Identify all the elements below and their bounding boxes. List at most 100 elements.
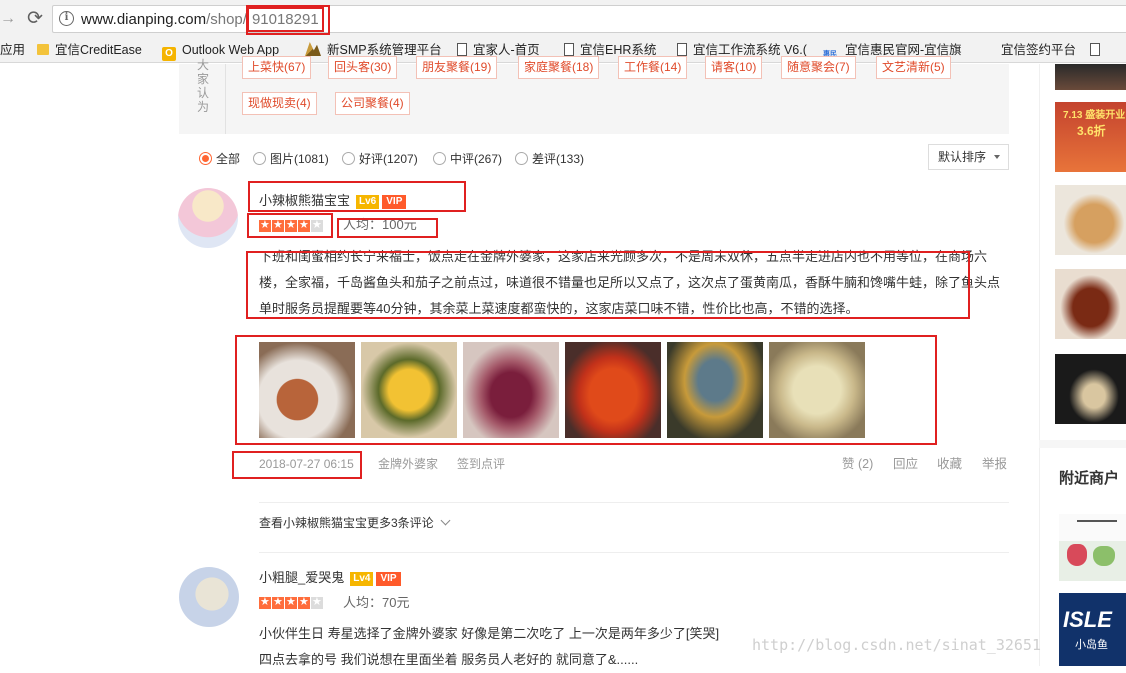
star-filled-icon (259, 218, 271, 232)
filter-neutral[interactable]: 中评(267) (433, 149, 502, 169)
avatar[interactable] (179, 567, 239, 627)
chevron-down-icon (440, 515, 451, 526)
sort-value: 默认排序 (938, 150, 987, 164)
sidebar-photo[interactable] (1055, 64, 1126, 90)
more-reviews-link[interactable]: 查看小辣椒熊猫宝宝更多3条评论 (259, 515, 451, 531)
bookmark-label: 宜信EHR系统 (580, 43, 657, 57)
username-text: 小粗腿_爱哭鬼 (259, 570, 345, 585)
review-photo[interactable] (769, 342, 865, 438)
level-badge: Lv4 (350, 572, 374, 586)
filter-label: 好评(1207) (359, 152, 418, 166)
promo-discount: 3.6折 (1077, 124, 1106, 138)
review-photo[interactable] (259, 342, 355, 438)
impression-tag[interactable]: 回头客(30) (328, 56, 398, 79)
review-shop-link[interactable]: 金牌外婆家 (378, 456, 438, 472)
bookmark-apps[interactable]: 应用 (0, 42, 25, 59)
impression-tag[interactable]: 文艺清新(5) (876, 56, 951, 79)
radio-icon (342, 152, 355, 165)
browser-toolbar: → ⟳ i www.dianping.com/shop/91018291 (0, 0, 1126, 38)
nearby-shop-card[interactable]: ISLE 小岛鱼 (1059, 593, 1126, 666)
more-reviews-label: 查看小辣椒熊猫宝宝更多3条评论 (259, 516, 434, 530)
shop-logo-icon (1077, 520, 1117, 530)
review-username[interactable]: 小辣椒熊猫宝宝 Lv6 VIP (259, 192, 407, 210)
impression-tag[interactable]: 朋友聚餐(19) (416, 56, 498, 79)
page-icon (564, 43, 574, 56)
radio-icon (515, 152, 528, 165)
impression-tag[interactable]: 工作餐(14) (618, 56, 688, 79)
star-filled-icon (272, 218, 284, 232)
smp-icon (305, 42, 321, 56)
sidebar-photo[interactable] (1055, 269, 1126, 339)
url-path: /shop/ (206, 11, 247, 28)
arrow-left-icon[interactable]: → (0, 9, 16, 29)
avg-price: 人均：100元 (343, 217, 417, 232)
avatar[interactable] (178, 188, 238, 248)
impression-tag[interactable]: 请客(10) (705, 56, 763, 79)
nearby-shop-card[interactable] (1059, 514, 1126, 581)
rating-stars (259, 218, 324, 232)
filter-label: 中评(267) (450, 152, 503, 166)
promo-text: 7.13 盛装开业 (1063, 110, 1126, 121)
filter-positive[interactable]: 好评(1207) (342, 149, 418, 169)
filter-label: 全部 (216, 152, 241, 166)
bookmark-creditease[interactable]: 宜信CreditEase (37, 42, 142, 59)
divider (259, 502, 1009, 503)
cake-icon (1067, 544, 1087, 566)
outlook-icon: O (162, 47, 176, 61)
page-icon (677, 43, 687, 56)
cake-icon (1093, 546, 1115, 566)
address-bar[interactable]: i www.dianping.com/shop/91018291 (52, 5, 1126, 33)
filter-negative[interactable]: 差评(133) (515, 149, 584, 169)
rating-stars (259, 595, 324, 609)
bookmark-overflow[interactable] (1090, 42, 1106, 59)
star-filled-icon (259, 595, 271, 609)
vip-badge: VIP (382, 195, 407, 209)
review-photo[interactable] (565, 342, 661, 438)
impression-tag[interactable]: 随意聚会(7) (781, 56, 856, 79)
bookmark-label: 新SMP系统管理平台 (327, 43, 442, 57)
radio-icon (433, 152, 446, 165)
page-icon (457, 43, 467, 56)
reload-icon[interactable]: ⟳ (24, 8, 46, 30)
review-checkin: 签到点评 (457, 457, 506, 471)
review-photo[interactable] (667, 342, 763, 438)
star-filled-icon (298, 218, 310, 232)
sidebar-photo[interactable] (1055, 354, 1126, 424)
sidebar-promo[interactable]: 7.13 盛装开业 3.6折 (1055, 102, 1126, 172)
impression-tag[interactable]: 现做现卖(4) (242, 92, 317, 115)
sidebar-photo[interactable] (1055, 185, 1126, 255)
star-filled-icon (285, 218, 297, 232)
nearby-title: 附近商户 (1059, 470, 1120, 487)
review-photo[interactable] (463, 342, 559, 438)
favorite-button[interactable]: 收藏 (937, 456, 962, 472)
impression-tag[interactable]: 上菜快(67) (242, 56, 312, 79)
bookmark-label: 宜信CreditEase (55, 43, 142, 57)
url-text[interactable]: www.dianping.com/shop/91018291 (81, 7, 324, 32)
review-username[interactable]: 小粗腿_爱哭鬼 Lv4 VIP (259, 569, 401, 587)
shop-logo-text: ISLE (1063, 607, 1112, 632)
impression-tags-panel: 大家认为 上菜快(67) 回头客(30) 朋友聚餐(19) 家庭聚餐(18) 工… (179, 56, 1009, 134)
impression-tag[interactable]: 公司聚餐(4) (335, 92, 410, 115)
info-icon[interactable]: i (59, 11, 74, 26)
like-button[interactable]: 赞 (2) (842, 456, 873, 472)
shop-page: 大家认为 上菜快(67) 回头客(30) 朋友聚餐(19) 家庭聚餐(18) 工… (0, 56, 1126, 667)
impression-tag[interactable]: 家庭聚餐(18) (518, 56, 600, 79)
reply-button[interactable]: 回应 (893, 456, 918, 472)
vip-badge: VIP (376, 572, 401, 586)
filter-all[interactable]: 全部 (199, 149, 240, 169)
star-filled-icon (272, 595, 284, 609)
sidebar-border (1039, 64, 1040, 666)
bookmark-label: 宜信惠民官网-宜信旗 (845, 43, 962, 57)
filter-photos[interactable]: 图片(1081) (253, 149, 329, 169)
review-photo[interactable] (361, 342, 457, 438)
star-filled-icon (285, 595, 297, 609)
divider (259, 552, 1009, 553)
report-button[interactable]: 举报 (982, 456, 1007, 472)
radio-selected-icon (199, 152, 212, 165)
filter-label: 差评(133) (532, 152, 585, 166)
sort-select[interactable]: 默认排序 (928, 144, 1009, 170)
level-badge: Lv6 (356, 195, 380, 209)
sidebar-divider (1039, 440, 1126, 448)
bookmark-qianyue[interactable]: 宜信签约平台 (1001, 42, 1076, 59)
bookmark-label: 宜信工作流系统 V6.( (693, 43, 807, 57)
